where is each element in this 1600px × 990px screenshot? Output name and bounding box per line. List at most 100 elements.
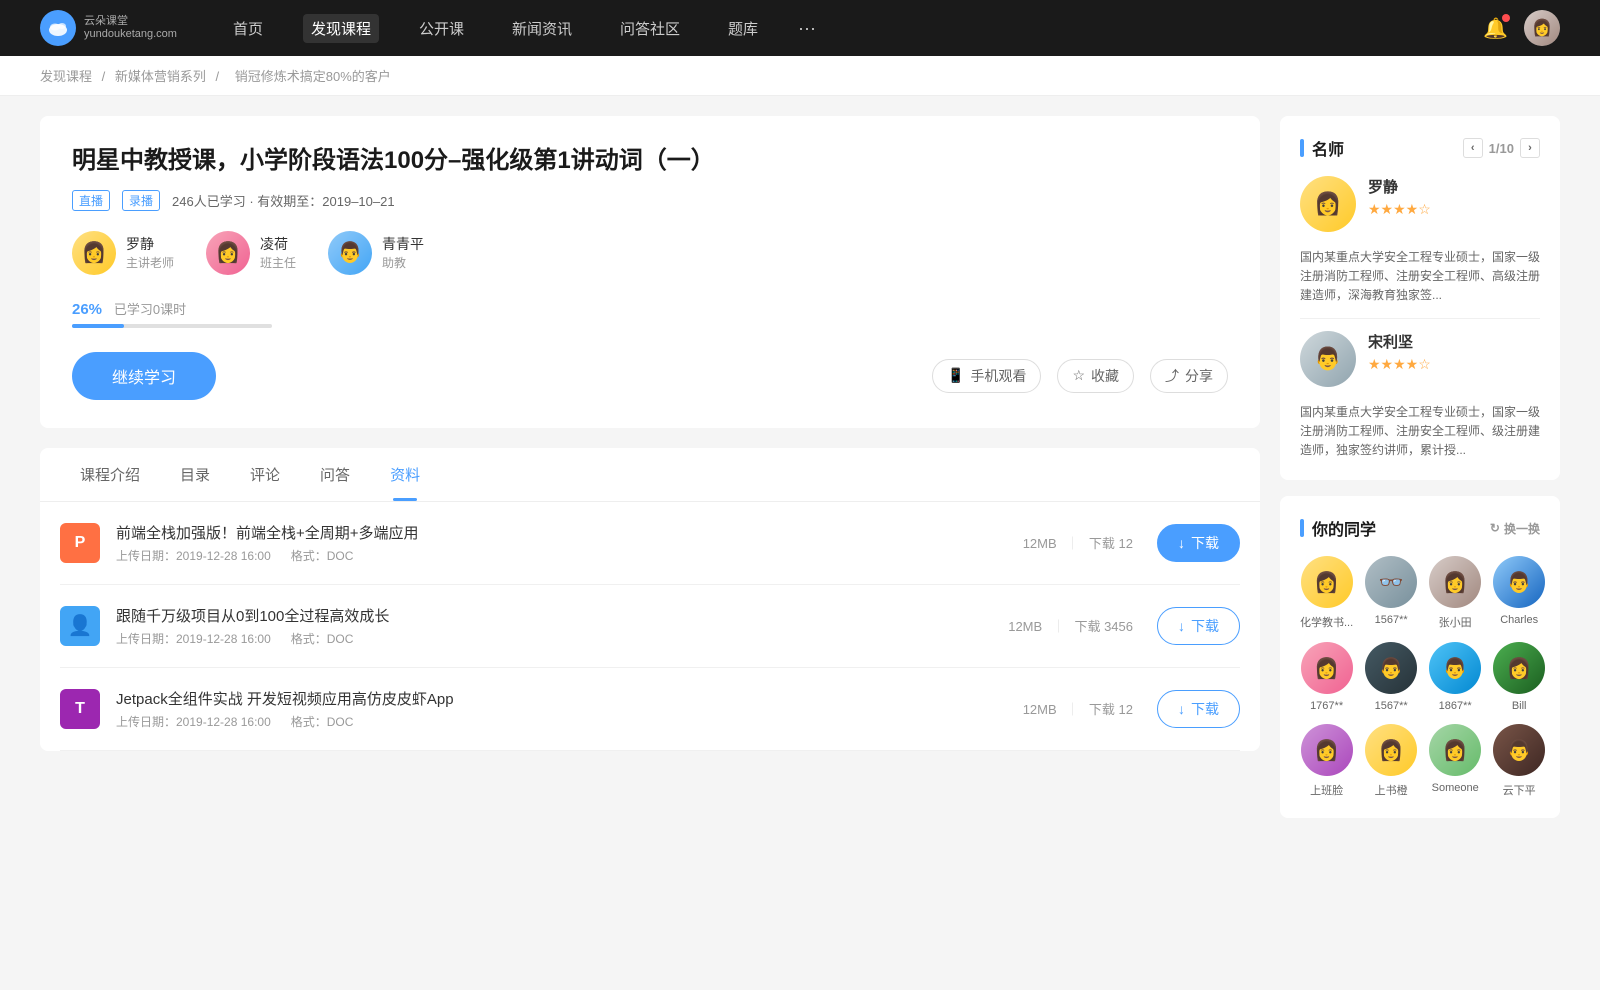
resource-meta-0: 上传日期：2019-12-28 16:00 格式：DOC: [116, 547, 1023, 564]
progress-sub: 已学习0课时: [114, 299, 186, 318]
course-actions: 继续学习 📱 手机观看 ☆ 收藏 ⤴ 分享: [72, 352, 1228, 400]
logo-text: 云朵课堂 yundouketang.com: [84, 15, 177, 41]
prev-page-button[interactable]: ‹: [1463, 138, 1483, 158]
badge-record: 录播: [122, 190, 160, 211]
teachers-title-text: 名师: [1312, 136, 1344, 160]
classmate-2[interactable]: 👩 张小田: [1429, 556, 1481, 630]
breadcrumb-discover[interactable]: 发现课程: [40, 69, 92, 84]
notification-bell[interactable]: 🔔: [1483, 16, 1508, 41]
next-page-button[interactable]: ›: [1520, 138, 1540, 158]
sidebar-teacher-desc-1: 国内某重点大学安全工程专业硕士，国家一级注册消防工程师、注册安全工程师、级注册建…: [1300, 403, 1540, 461]
resource-item-0: P 前端全栈加强版！前端全栈+全周期+多端应用 上传日期：2019-12-28 …: [60, 502, 1240, 585]
classmate-0[interactable]: 👩 化学教书...: [1300, 556, 1353, 630]
nav-more[interactable]: ···: [798, 18, 816, 39]
main-layout: 明星中教授课，小学阶段语法100分–强化级第1讲动词（一） 直播 录播 246人…: [0, 96, 1600, 854]
classmate-avatar-7: 👩: [1493, 642, 1545, 694]
classmate-6[interactable]: 👨 1867**: [1429, 642, 1481, 712]
sidebar-teacher-0: 👩 罗静 ★★★★☆: [1300, 176, 1540, 232]
sidebar-teacher-avatar-1: 👨: [1300, 331, 1356, 387]
classmates-title-bar: [1300, 519, 1304, 537]
user-avatar[interactable]: 👩: [1524, 10, 1560, 46]
classmate-name-8: 上班脸: [1310, 782, 1343, 798]
refresh-icon: ↻: [1490, 521, 1500, 535]
tab-catalog[interactable]: 目录: [160, 448, 230, 501]
tab-qa[interactable]: 问答: [300, 448, 370, 501]
download-button-1[interactable]: ↓ 下载: [1157, 607, 1240, 645]
teachers-pagination: ‹ 1/10 ›: [1463, 138, 1540, 158]
classmate-5[interactable]: 👨 1567**: [1365, 642, 1417, 712]
classmate-avatar-5: 👨: [1365, 642, 1417, 694]
teachers-sidebar-card: 名师 ‹ 1/10 › 👩 罗静 ★★★★☆ 国内某重点大学安全工程专业硕: [1280, 116, 1560, 480]
classmate-10[interactable]: 👩 Someone: [1429, 724, 1481, 798]
nav-news[interactable]: 新闻资讯: [504, 14, 580, 43]
sidebar-teacher-stars-1: ★★★★☆: [1368, 356, 1540, 373]
teacher-role-1: 班主任: [260, 254, 296, 271]
course-meta: 直播 录播 246人已学习 · 有效期至：2019–10–21: [72, 190, 1228, 211]
teachers-card-title: 名师 ‹ 1/10 ›: [1300, 136, 1540, 160]
breadcrumb: 发现课程 / 新媒体营销系列 / 销冠修炼术搞定80%的客户: [0, 56, 1600, 96]
share-label: 分享: [1185, 366, 1213, 386]
action-buttons: 📱 手机观看 ☆ 收藏 ⤴ 分享: [932, 359, 1228, 393]
classmates-card-title: 你的同学 ↻ 换一换: [1300, 516, 1540, 540]
nav-discover[interactable]: 发现课程: [303, 14, 379, 43]
progress-bar-bg: [72, 324, 272, 328]
teacher-name-2: 青青平: [382, 234, 424, 254]
classmate-avatar-3: 👨: [1493, 556, 1545, 608]
resource-stats-0: 12MB ｜ 下载 12: [1023, 533, 1133, 552]
classmate-4[interactable]: 👩 1767**: [1300, 642, 1353, 712]
collect-button[interactable]: ☆ 收藏: [1057, 359, 1134, 393]
resource-name-0: 前端全栈加强版！前端全栈+全周期+多端应用: [116, 522, 1023, 543]
classmate-1[interactable]: 👓 1567**: [1365, 556, 1417, 630]
classmate-avatar-11: 👨: [1493, 724, 1545, 776]
resource-stats-2: 12MB ｜ 下载 12: [1023, 699, 1133, 718]
navigation: 云朵课堂 yundouketang.com 首页 发现课程 公开课 新闻资讯 问…: [0, 0, 1600, 56]
download-button-0[interactable]: ↓ 下载: [1157, 524, 1240, 562]
classmate-11[interactable]: 👨 云下平: [1493, 724, 1545, 798]
refresh-label: 换一换: [1504, 520, 1540, 537]
progress-percent: 26%: [72, 301, 102, 318]
resource-item-1: 👤 跟随千万级项目从0到100全过程高效成长 上传日期：2019-12-28 1…: [60, 585, 1240, 668]
teacher-name-0: 罗静: [126, 234, 174, 254]
resource-meta-1: 上传日期：2019-12-28 16:00 格式：DOC: [116, 630, 1008, 647]
download-button-2[interactable]: ↓ 下载: [1157, 690, 1240, 728]
classmate-avatar-4: 👩: [1301, 642, 1353, 694]
logo[interactable]: 云朵课堂 yundouketang.com: [40, 10, 177, 46]
classmate-8[interactable]: 👩 上班脸: [1300, 724, 1353, 798]
continue-learning-button[interactable]: 继续学习: [72, 352, 216, 400]
nav-open[interactable]: 公开课: [411, 14, 472, 43]
classmate-7[interactable]: 👩 Bill: [1493, 642, 1545, 712]
classmate-avatar-8: 👩: [1301, 724, 1353, 776]
nav-qa[interactable]: 问答社区: [612, 14, 688, 43]
classmates-title-text: 你的同学: [1312, 516, 1376, 540]
nav-problems[interactable]: 题库: [720, 14, 766, 43]
classmate-3[interactable]: 👨 Charles: [1493, 556, 1545, 630]
download-icon-0: ↓: [1178, 535, 1185, 551]
classmates-sidebar-card: 你的同学 ↻ 换一换 👩 化学教书... 👓 1567** 👩: [1280, 496, 1560, 818]
sidebar-teacher-name-0: 罗静: [1368, 176, 1540, 197]
breadcrumb-series[interactable]: 新媒体营销系列: [115, 69, 206, 84]
nav-home[interactable]: 首页: [225, 14, 271, 43]
mobile-icon: 📱: [947, 367, 964, 384]
breadcrumb-current: 销冠修炼术搞定80%的客户: [235, 69, 391, 84]
tab-review[interactable]: 评论: [230, 448, 300, 501]
share-button[interactable]: ⤴ 分享: [1150, 359, 1228, 393]
sidebar-teacher-name-1: 宋利坚: [1368, 331, 1540, 352]
classmate-name-7: Bill: [1512, 700, 1527, 712]
badge-live: 直播: [72, 190, 110, 211]
tab-intro[interactable]: 课程介绍: [60, 448, 160, 501]
teacher-divider: [1300, 318, 1540, 319]
resource-info-2: Jetpack全组件实战 开发短视频应用高仿皮皮虾App 上传日期：2019-1…: [116, 688, 1023, 730]
star-icon: ☆: [1072, 367, 1085, 384]
classmate-name-4: 1767**: [1310, 700, 1343, 712]
classmate-9[interactable]: 👩 上书橙: [1365, 724, 1417, 798]
classmate-name-10: Someone: [1432, 782, 1479, 794]
tabs-header: 课程介绍 目录 评论 问答 资料: [40, 448, 1260, 502]
refresh-classmates-button[interactable]: ↻ 换一换: [1490, 520, 1540, 537]
nav-right-actions: 🔔 👩: [1483, 10, 1560, 46]
tab-resources[interactable]: 资料: [370, 448, 440, 501]
resource-icon-0: P: [60, 523, 100, 563]
mobile-view-button[interactable]: 📱 手机观看: [932, 359, 1041, 393]
classmate-name-5: 1567**: [1375, 700, 1408, 712]
progress-bar-fill: [72, 324, 124, 328]
classmate-avatar-6: 👨: [1429, 642, 1481, 694]
